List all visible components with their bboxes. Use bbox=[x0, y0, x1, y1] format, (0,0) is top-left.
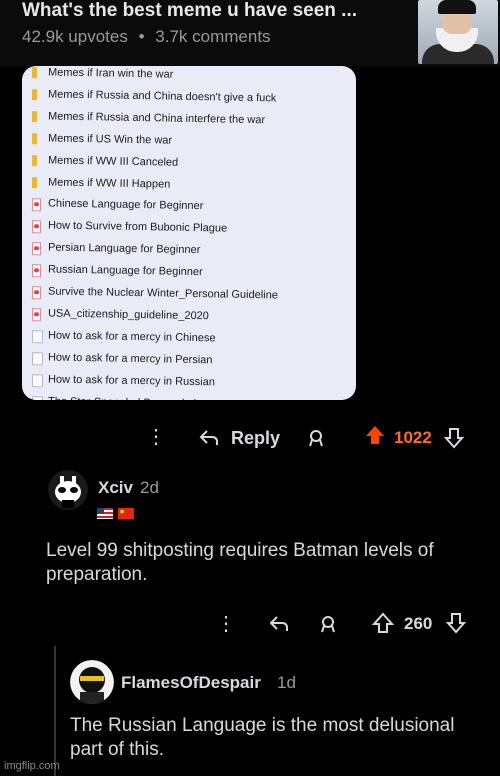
post-thumbnail[interactable] bbox=[418, 0, 498, 64]
comment-vote-count: 260 bbox=[404, 614, 433, 633]
file-name: Persian Language for Beginner bbox=[47, 241, 201, 257]
comment-age: 2d bbox=[140, 478, 159, 497]
pdf-icon bbox=[31, 242, 42, 256]
china-flag-icon bbox=[118, 506, 134, 519]
post-header: What's the best meme u have seen ... 42.… bbox=[0, 0, 500, 66]
upvote-icon[interactable] bbox=[364, 424, 386, 452]
file-name: Memes if Russia and China interfere the … bbox=[47, 110, 266, 127]
comment-username[interactable]: FlamesOfDespair bbox=[121, 673, 261, 693]
file-name: Memes if Iran win the war bbox=[47, 66, 174, 81]
pdf-icon bbox=[31, 286, 42, 300]
doc-icon bbox=[31, 395, 44, 400]
file-name: The Star-Spangled Banner lyrics bbox=[48, 395, 207, 400]
avatar[interactable] bbox=[48, 470, 88, 510]
us-flag-icon bbox=[97, 506, 113, 519]
doc-icon bbox=[31, 329, 44, 344]
file-name: USA_citizenship_guideline_2020 bbox=[47, 307, 209, 323]
comment-username[interactable]: Xciv bbox=[98, 478, 133, 498]
file-name: Survive the Nuclear Winter_Personal Guid… bbox=[47, 285, 278, 302]
pdf-icon bbox=[31, 220, 42, 234]
post-vote-count: 1022 bbox=[394, 428, 432, 447]
pdf-icon bbox=[31, 264, 42, 278]
comment-age: 1d bbox=[277, 673, 296, 692]
file-name: How to Survive from Bubonic Plague bbox=[47, 219, 228, 235]
folder-icon bbox=[31, 89, 38, 101]
file-name: Chinese Language for Beginner bbox=[47, 197, 204, 213]
file-name: How to ask for a mercy in Chinese bbox=[47, 329, 216, 345]
pdf-icon bbox=[31, 198, 42, 212]
post-meta: 42.9k upvotes • 3.7k comments bbox=[22, 27, 271, 47]
file-name: How to ask for a mercy in Persian bbox=[47, 351, 213, 367]
folder-icon bbox=[31, 67, 38, 79]
award-icon[interactable] bbox=[318, 614, 338, 638]
upvote-icon[interactable] bbox=[371, 612, 395, 638]
file-name: Memes if Russia and China doesn't give a… bbox=[47, 88, 277, 105]
file-list-image[interactable]: Memes if Iran win the war Memes if Russia… bbox=[22, 66, 356, 400]
thread-line[interactable] bbox=[54, 646, 56, 776]
comment-count[interactable]: 3.7k comments bbox=[155, 27, 270, 46]
folder-icon bbox=[31, 176, 38, 188]
comment-body: The Russian Language is the most delusio… bbox=[70, 715, 455, 760]
more-options-icon[interactable]: ⋮ bbox=[216, 614, 236, 634]
comment-body: Level 99 shitposting requires Batman lev… bbox=[46, 540, 434, 585]
avatar[interactable] bbox=[70, 660, 114, 704]
file-name: How to ask for a mercy in Russian bbox=[47, 373, 216, 388]
downvote-icon[interactable] bbox=[443, 427, 465, 453]
folder-icon bbox=[31, 132, 38, 144]
watermark: imgflip.com bbox=[4, 760, 60, 772]
post-title[interactable]: What's the best meme u have seen ... bbox=[22, 0, 357, 22]
upvote-count: 42.9k upvotes bbox=[22, 27, 128, 46]
reply-icon[interactable] bbox=[198, 428, 220, 452]
folder-icon bbox=[31, 154, 38, 166]
meta-separator: • bbox=[138, 27, 145, 46]
doc-icon bbox=[31, 351, 44, 366]
award-icon[interactable] bbox=[306, 428, 326, 452]
doc-icon bbox=[31, 373, 44, 387]
pdf-icon bbox=[31, 308, 42, 322]
file-name: Memes if WW III Canceled bbox=[47, 154, 179, 169]
reply-icon[interactable] bbox=[268, 614, 290, 638]
more-options-icon[interactable]: ⋮ bbox=[146, 427, 166, 447]
file-name: Memes if WW III Happen bbox=[47, 175, 171, 191]
file-name: Russian Language for Beginner bbox=[47, 263, 203, 279]
downvote-icon[interactable] bbox=[445, 612, 467, 638]
file-name: Memes if US Win the war bbox=[47, 132, 173, 147]
folder-icon bbox=[31, 110, 38, 123]
reply-button[interactable]: Reply bbox=[231, 428, 280, 449]
